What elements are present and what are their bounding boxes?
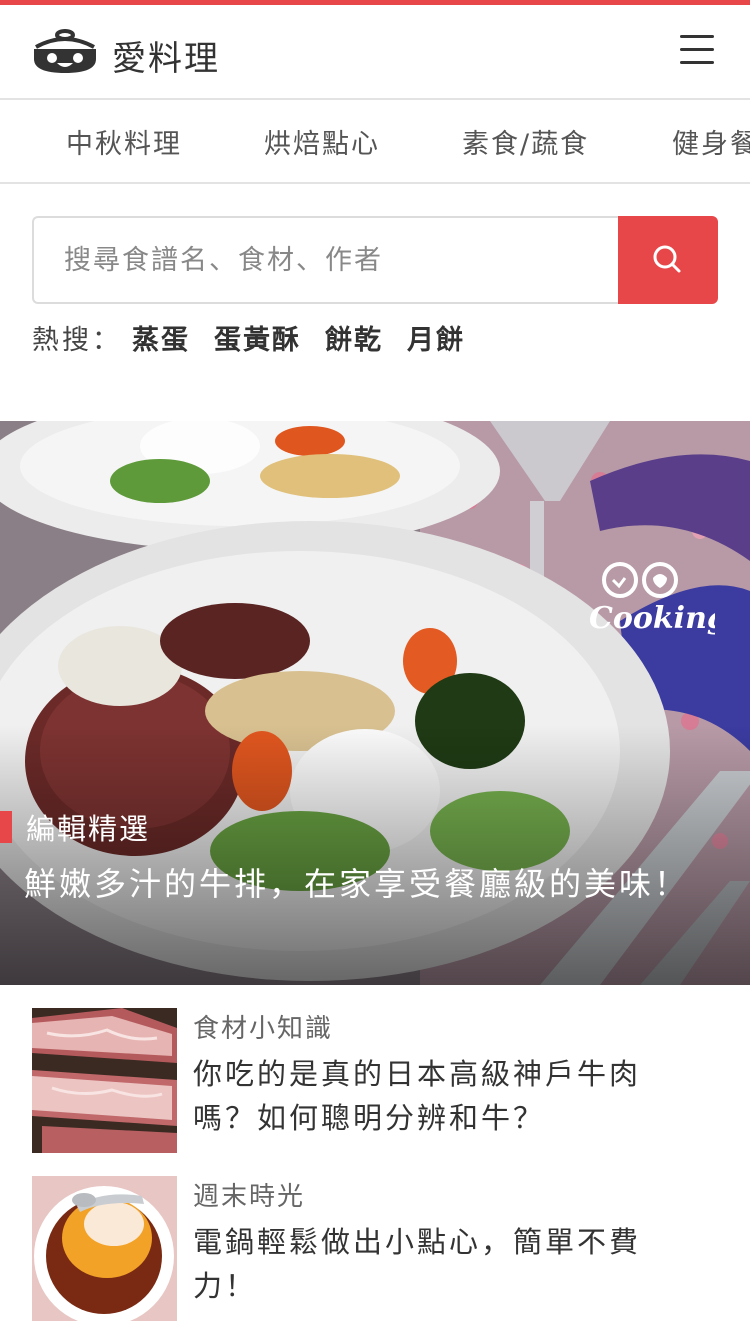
article-category: 食材小知識 xyxy=(193,1014,334,1044)
category-tab-fitness[interactable]: 健身餐 xyxy=(672,122,750,161)
article-title[interactable]: 電鍋輕鬆做出小點心，簡單不費力！ xyxy=(193,1220,693,1308)
search-icon xyxy=(653,245,681,273)
brand-name[interactable]: 愛料理 xyxy=(112,31,220,80)
custard-pudding-thumbnail[interactable] xyxy=(32,1176,177,1321)
hero-gradient xyxy=(0,725,750,985)
article-category: 週末時光 xyxy=(193,1182,306,1212)
tag-accent-bar xyxy=(0,811,12,843)
hot-keyword[interactable]: 蛋黃酥 xyxy=(214,325,301,356)
category-tab-baking[interactable]: 烘焙點心 xyxy=(264,122,380,161)
hot-search-label: 熱搜： xyxy=(32,325,122,356)
featured-article[interactable]: Cooking 編輯精選 鮮嫩多汁的牛排，在家享受餐廳級的美味！ xyxy=(0,421,750,985)
hot-search: 熱搜： 蒸蛋 蛋黃酥 餅乾 月餅 xyxy=(32,318,465,357)
category-nav: 中秋料理 烘焙點心 素食/蔬食 健身餐 xyxy=(0,100,750,184)
featured-title[interactable]: 鮮嫩多汁的牛排，在家享受餐廳級的美味！ xyxy=(24,859,704,909)
article-title[interactable]: 你吃的是真的日本高級神戶牛肉嗎？如何聰明分辨和牛？ xyxy=(193,1052,693,1140)
pot-logo-icon[interactable] xyxy=(30,25,100,80)
search-bar xyxy=(32,216,718,304)
search-button[interactable] xyxy=(618,216,718,304)
search-input[interactable] xyxy=(32,216,620,304)
featured-tag: 編輯精選 xyxy=(26,812,151,846)
hot-keyword[interactable]: 餅乾 xyxy=(325,325,383,356)
svg-text:Cooking: Cooking xyxy=(589,601,715,636)
hamburger-menu-icon[interactable] xyxy=(680,35,716,71)
category-tab-vegetarian[interactable]: 素食/蔬食 xyxy=(462,122,589,161)
article-item[interactable]: 週末時光 電鍋輕鬆做出小點心，簡單不費力！ xyxy=(32,1176,718,1322)
category-tab-mid-autumn[interactable]: 中秋料理 xyxy=(66,122,182,161)
site-header: 愛料理 xyxy=(0,5,750,100)
hot-keyword[interactable]: 蒸蛋 xyxy=(132,325,190,356)
cooking-watermark: Cooking xyxy=(585,556,728,650)
article-item[interactable]: 食材小知識 你吃的是真的日本高級神戶牛肉嗎？如何聰明分辨和牛？ xyxy=(32,1008,718,1154)
wagyu-beef-thumbnail[interactable] xyxy=(32,1008,177,1153)
hot-keyword[interactable]: 月餅 xyxy=(407,325,465,356)
